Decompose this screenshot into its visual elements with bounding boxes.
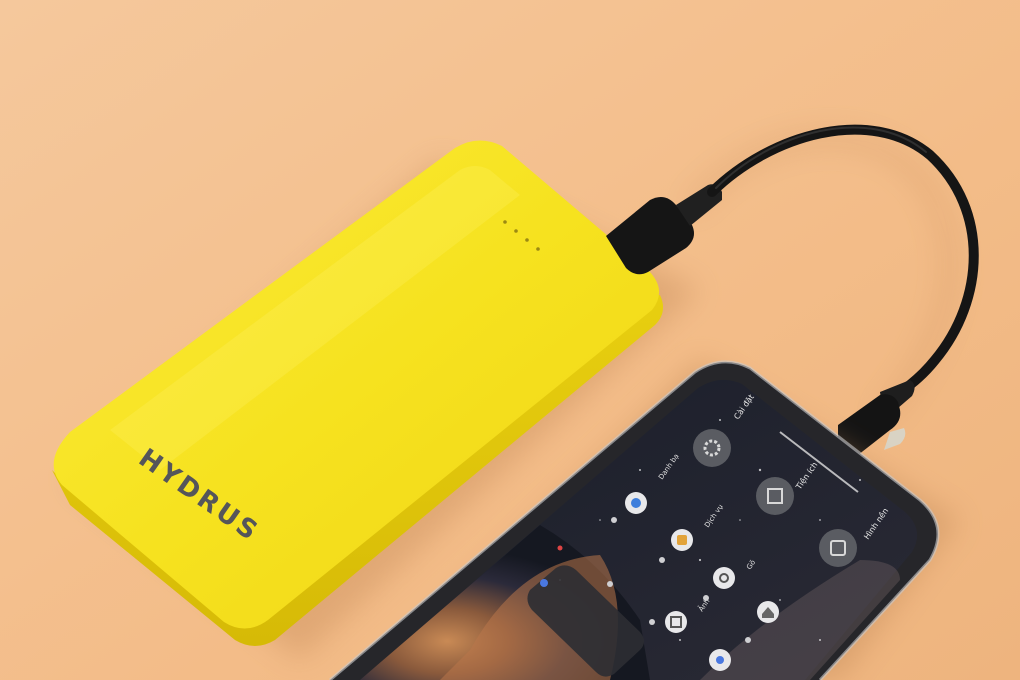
assistant-icon [716,656,724,664]
app-icon-home[interactable] [757,601,779,623]
google-icon [540,579,548,587]
contacts-icon [631,498,641,508]
led-dot [514,229,518,233]
led-dot [525,238,529,242]
app-icon-assistant[interactable] [709,649,731,671]
services-icon [677,535,687,545]
product-photo: HYDRUS Cài đặt Tiện ích Hình nền Danh bạ… [0,0,1020,680]
led-dot [536,247,540,251]
scene-drawing: HYDRUS Cài đặt Tiện ích Hình nền Danh bạ… [0,0,1020,680]
led-dot [503,220,507,224]
